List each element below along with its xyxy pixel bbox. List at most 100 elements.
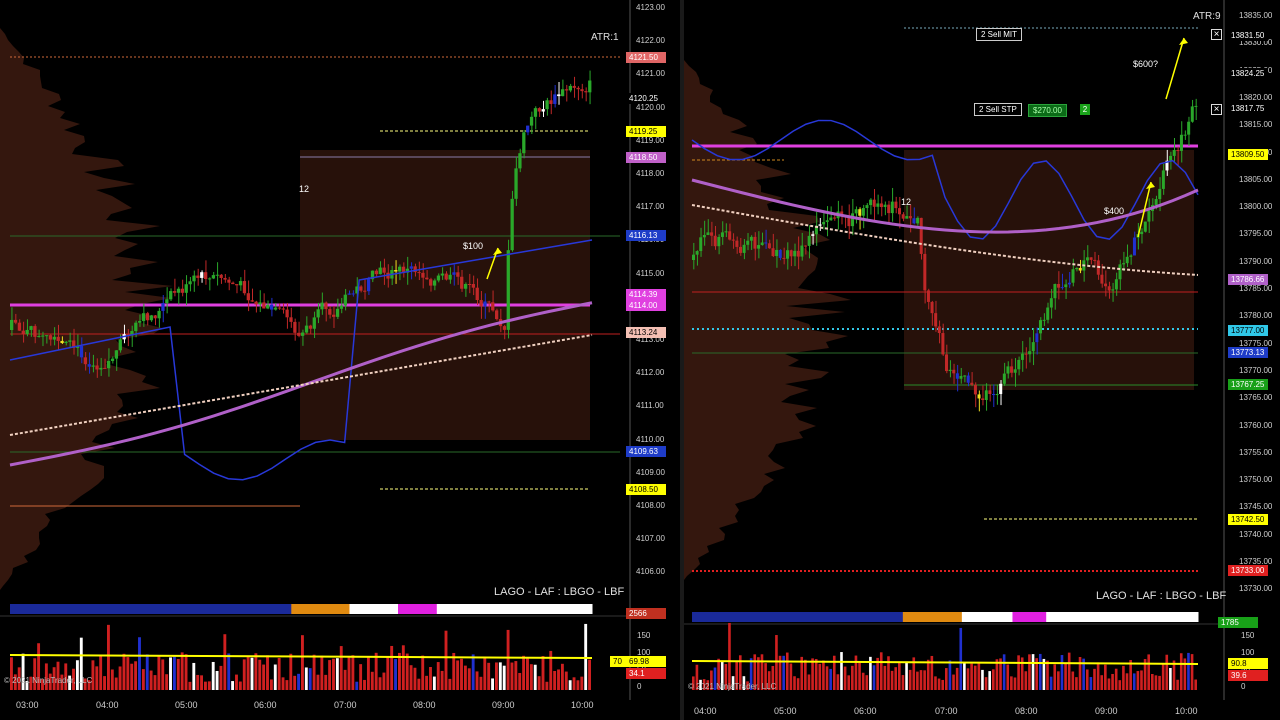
color-band-segment — [262, 604, 273, 614]
volume-bar — [452, 652, 456, 690]
volume-bar — [804, 659, 807, 690]
price-axis-label: 13790.00 — [1239, 256, 1273, 266]
right-chart-panel[interactable]: ATR:9 12 $400 $600? 2 Sell MIT 2 Sell ST… — [684, 0, 1280, 720]
candle-body — [818, 224, 822, 226]
close-stp-order-icon[interactable]: × — [1211, 104, 1222, 115]
color-band-segment — [456, 604, 467, 614]
candle-body — [269, 304, 274, 310]
candle-body — [832, 217, 836, 219]
volume-bar — [122, 653, 126, 690]
volume-bar — [580, 676, 584, 690]
volume-bar — [141, 669, 145, 690]
volume-bar — [413, 667, 417, 690]
candle-body — [52, 336, 56, 340]
price-tag: 4120.25 — [626, 93, 666, 104]
volume-bar — [894, 667, 898, 690]
time-axis-label: 09:00 — [492, 700, 515, 710]
candle-body — [60, 340, 64, 344]
color-band-segment — [810, 612, 819, 622]
candle-body — [169, 291, 173, 300]
price-axis-label: 13800.00 — [1239, 202, 1273, 212]
price-axis-label: 0 — [1241, 682, 1246, 691]
price-tag: 4119.25 — [626, 126, 666, 137]
candle-body — [778, 249, 782, 258]
volume-bar — [995, 659, 999, 690]
volume-bar — [219, 665, 223, 690]
sell-stp-order[interactable]: 2 Sell STP — [974, 103, 1022, 116]
candle-body — [246, 293, 250, 301]
left-chart-panel[interactable]: ATR:1 12 $100 LAGO - LAF : LBGO - LBF © … — [0, 0, 680, 720]
color-band-segment — [107, 604, 118, 614]
volume-bar — [258, 659, 262, 690]
price-axis-label: 4106.00 — [636, 567, 665, 577]
color-band-segment — [1037, 612, 1047, 622]
candle-body — [510, 198, 514, 251]
volume-bar — [926, 659, 930, 690]
volume-bar — [1075, 677, 1078, 690]
order-qty[interactable]: 2 — [1080, 104, 1090, 115]
volume-bar — [246, 655, 250, 690]
candle-body — [188, 281, 192, 285]
candle-body — [134, 322, 138, 332]
price-axis-label: 150 — [637, 631, 651, 640]
time-axis-label: 10:00 — [571, 700, 594, 710]
candle-body — [242, 281, 247, 294]
price-axis-label: 13745.00 — [1239, 502, 1273, 512]
volume-bar — [110, 669, 114, 690]
volume-bar — [130, 663, 134, 690]
left-price-chart[interactable] — [0, 0, 680, 720]
left-note-12: 12 — [299, 184, 310, 194]
candle-body — [728, 231, 732, 240]
volume-bar — [851, 665, 854, 690]
candle-body — [215, 274, 219, 276]
candle-body — [324, 302, 328, 310]
candle-body — [865, 205, 869, 209]
candle-body — [796, 250, 800, 257]
candle-body — [145, 313, 150, 321]
candle-body — [537, 108, 541, 112]
volume-bar — [818, 663, 822, 690]
candle-body — [934, 313, 938, 327]
candle-body — [800, 245, 804, 257]
volume-bar — [529, 664, 533, 690]
color-band-segment — [330, 604, 341, 614]
volume-bar — [564, 671, 568, 690]
volume-bar — [355, 681, 359, 690]
candle-body — [149, 315, 153, 321]
color-band-segment — [1012, 612, 1022, 622]
volume-bar — [374, 652, 378, 690]
candle-body — [995, 394, 999, 396]
volume-bar — [541, 656, 545, 690]
candle-body — [13, 319, 18, 323]
volume-bar — [963, 662, 966, 690]
price-axis-label: 13780.00 — [1239, 311, 1273, 321]
volume-bar — [518, 672, 522, 690]
candle-body — [110, 358, 115, 361]
color-band-segment — [776, 612, 786, 622]
candle-body — [905, 216, 909, 219]
volume-bar — [843, 666, 847, 690]
close-mit-order-icon[interactable]: × — [1211, 29, 1222, 40]
candle-body — [316, 309, 320, 318]
candle-body — [1067, 282, 1071, 285]
volume-bar — [1190, 654, 1194, 690]
volume-bar — [959, 627, 963, 690]
volume-bar — [370, 671, 374, 690]
volume-bar — [351, 655, 355, 690]
volume-bar — [1169, 668, 1172, 690]
volume-bar — [394, 659, 397, 690]
candle-body — [1006, 366, 1010, 374]
color-band-segment — [1046, 612, 1056, 622]
price-axis-label: 4123.00 — [636, 3, 665, 12]
candle-body — [219, 274, 223, 278]
candle-body — [822, 222, 826, 225]
volume-bar — [1096, 662, 1100, 690]
color-band-segment — [223, 604, 234, 614]
color-band-segment — [734, 612, 744, 622]
candle-body — [518, 153, 522, 169]
time-axis-label: 08:00 — [1015, 706, 1038, 716]
volume-bar — [822, 660, 825, 690]
candle-body — [829, 217, 833, 221]
sell-mit-order[interactable]: 2 Sell MIT — [976, 28, 1023, 41]
candle-body — [44, 335, 49, 337]
